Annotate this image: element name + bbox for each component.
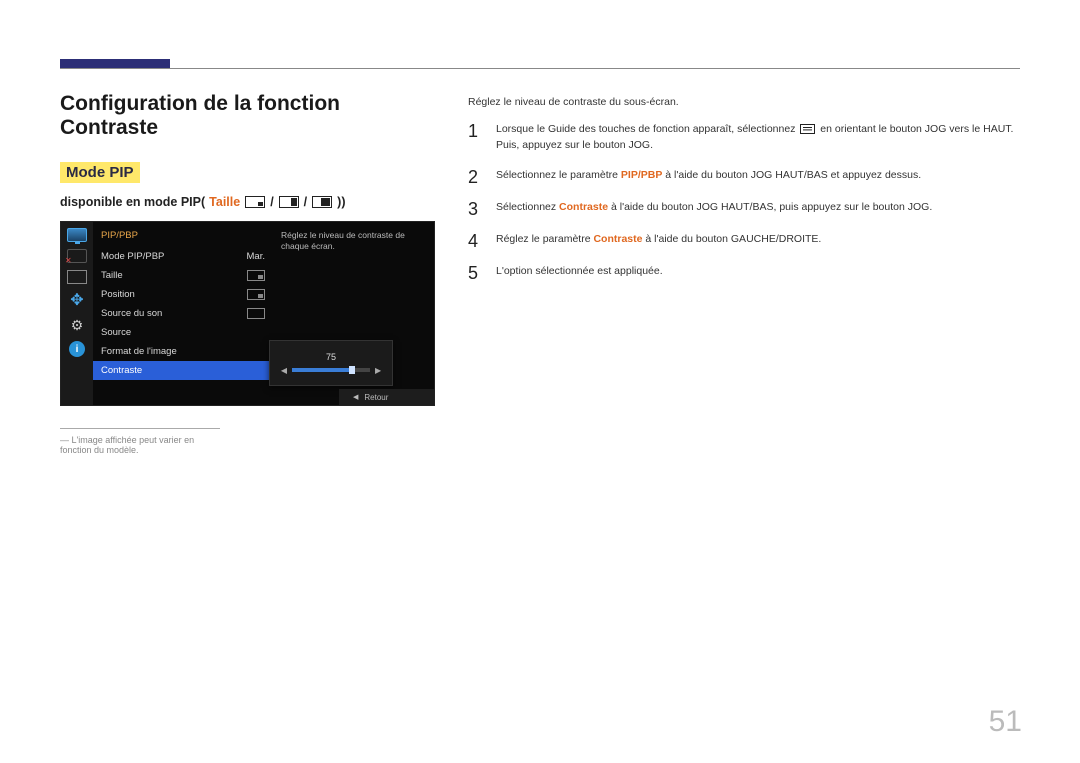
step-3: 3 Sélectionnez Contraste à l'aide du bou… <box>468 200 1020 218</box>
slider-value: 75 <box>326 352 336 362</box>
osd-menu: PIP/PBP Mode PIP/PBP Mar. Taille Positio… <box>93 222 273 405</box>
pip-size-tall-icon <box>279 196 299 208</box>
step-number: 4 <box>468 232 482 250</box>
slider-knob <box>349 366 355 374</box>
footnote-rule: ― L'image affichée peut varier en foncti… <box>60 428 220 455</box>
back-arrow-icon: ◀ <box>353 393 358 401</box>
step-1: 1 Lorsque le Guide des touches de foncti… <box>468 122 1020 154</box>
osd-icon-info: i <box>69 341 85 357</box>
osd-item-label: Taille <box>101 270 123 281</box>
step-post: à l'aide du bouton JOG HAUT/BAS et appuy… <box>662 169 921 181</box>
slider-fill <box>292 368 351 372</box>
osd-return-label: Retour <box>364 393 388 402</box>
osd-icon-pip <box>67 270 87 284</box>
osd-footer: ◀ Retour <box>339 389 434 405</box>
osd-slider-popup: 75 ◀ ▶ <box>269 340 393 386</box>
avail-taille: Taille <box>209 195 240 209</box>
osd-category: PIP/PBP <box>93 226 273 247</box>
menu-glyph-icon <box>800 124 815 134</box>
step-text: Lorsque le Guide des touches de fonction… <box>496 122 1020 154</box>
footnote: ― L'image affichée peut varier en foncti… <box>60 435 220 455</box>
step-text: Sélectionnez le paramètre PIP/PBP à l'ai… <box>496 168 921 184</box>
step-highlight: PIP/PBP <box>621 169 662 181</box>
avail-sep1: / <box>270 195 273 209</box>
step-post: à l'aide du bouton JOG HAUT/BAS, puis ap… <box>608 201 932 213</box>
step-pre: Réglez le paramètre <box>496 233 593 245</box>
header-accent-block <box>60 59 170 68</box>
arrow-right-icon: ▶ <box>375 366 381 375</box>
osd-item-label: Source du son <box>101 308 162 319</box>
step-highlight: Contraste <box>593 233 642 245</box>
step-4: 4 Réglez le paramètre Contraste à l'aide… <box>468 232 1020 250</box>
avail-sep2: / <box>304 195 307 209</box>
step-text: Sélectionnez Contraste à l'aide du bouto… <box>496 200 932 216</box>
steps-list: 1 Lorsque le Guide des touches de foncti… <box>468 122 1020 282</box>
osd-sidebar: ✥ ⚙ i <box>61 222 93 405</box>
step-pre: Lorsque le Guide des touches de fonction… <box>496 123 798 135</box>
step-pre: Sélectionnez le paramètre <box>496 169 621 181</box>
osd-item-mode: Mode PIP/PBP Mar. <box>93 247 273 266</box>
header-rule <box>60 68 1020 69</box>
osd-item-taille: Taille <box>93 266 273 285</box>
step-highlight: Contraste <box>559 201 608 213</box>
arrow-left-icon: ◀ <box>281 366 287 375</box>
osd-icon-picture-off <box>67 249 87 263</box>
avail-prefix: disponible en mode PIP( <box>60 195 205 209</box>
step-text: L'option sélectionnée est appliquée. <box>496 264 663 280</box>
slider-row: ◀ ▶ <box>281 366 381 375</box>
osd-item-label: Mode PIP/PBP <box>101 251 164 262</box>
page-title: Configuration de la fonction Contraste <box>60 92 430 140</box>
osd-icon-picture <box>67 228 87 242</box>
step-number: 5 <box>468 264 482 282</box>
step-5: 5 L'option sélectionnée est appliquée. <box>468 264 1020 282</box>
osd-item-source-son: Source du son <box>93 304 273 323</box>
page-number: 51 <box>989 705 1022 739</box>
pip-preview-icon <box>247 289 265 300</box>
osd-icon-settings: ⚙ <box>67 316 87 334</box>
intro-text: Réglez le niveau de contraste du sous-éc… <box>468 96 1020 108</box>
osd-item-label: Format de l'image <box>101 346 177 357</box>
pip-size-half-icon <box>312 196 332 208</box>
step-number: 3 <box>468 200 482 218</box>
osd-item-format: Format de l'image <box>93 342 273 361</box>
osd-item-label: Position <box>101 289 135 300</box>
pip-preview-icon <box>247 308 265 319</box>
mode-pip-badge: Mode PIP <box>60 162 140 183</box>
step-post: à l'aide du bouton GAUCHE/DROITE. <box>642 233 821 245</box>
slider-track <box>292 368 370 372</box>
osd-icon-move: ✥ <box>67 291 87 309</box>
osd-item-label: Contraste <box>101 365 142 376</box>
step-2: 2 Sélectionnez le paramètre PIP/PBP à l'… <box>468 168 1020 186</box>
step-pre: Sélectionnez <box>496 201 559 213</box>
step-text: Réglez le paramètre Contraste à l'aide d… <box>496 232 821 248</box>
osd-item-position: Position <box>93 285 273 304</box>
osd-item-label: Source <box>101 327 131 338</box>
pip-preview-icon <box>247 270 265 281</box>
step-number: 1 <box>468 122 482 140</box>
avail-suffix: )) <box>337 195 345 209</box>
availability-line: disponible en mode PIP( Taille / / )) <box>60 195 430 209</box>
step-pre: L'option sélectionnée est appliquée. <box>496 265 663 277</box>
step-number: 2 <box>468 168 482 186</box>
osd-item-value: Mar. <box>247 251 265 262</box>
pip-size-small-icon <box>245 196 265 208</box>
osd-screenshot: ✥ ⚙ i PIP/PBP Mode PIP/PBP Mar. Taille <box>60 221 435 406</box>
osd-item-source: Source <box>93 323 273 342</box>
osd-item-contraste: Contraste <box>93 361 273 380</box>
